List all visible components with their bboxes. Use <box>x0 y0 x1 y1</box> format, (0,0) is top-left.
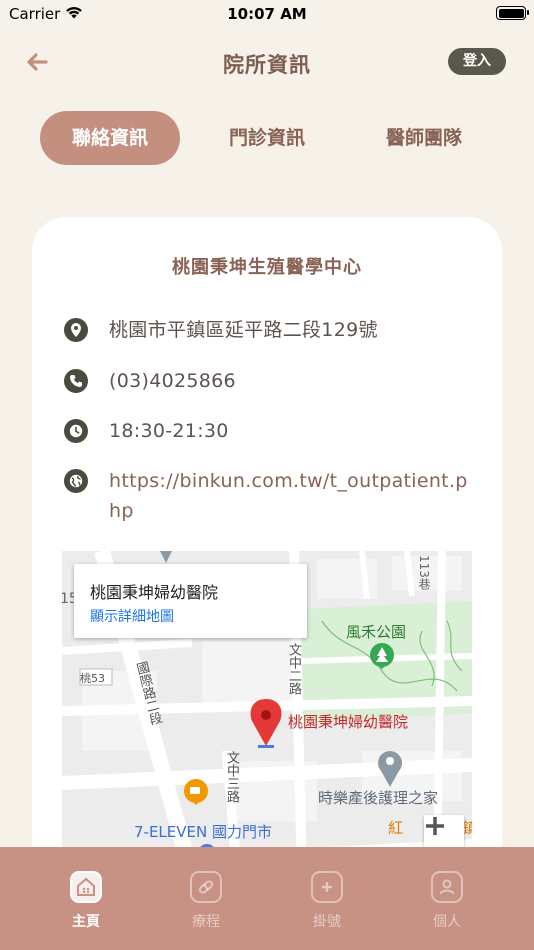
tabbar-item-profile[interactable]: 個人 <box>402 871 492 931</box>
globe-icon <box>64 469 88 493</box>
home-icon <box>70 871 102 903</box>
road-label-wenzhong-3: 文中三路 <box>224 751 239 803</box>
status-time: 10:07 AM <box>227 5 307 23</box>
phone-text: (03)4025866 <box>109 370 236 392</box>
store-label: 7-ELEVEN 國力門市 <box>134 823 272 841</box>
pin-label: 桃園秉坤婦幼醫院 <box>288 713 409 731</box>
tabbar-label-profile: 個人 <box>433 914 461 930</box>
address-text: 桃園市平鎮區延平路二段129號 <box>109 319 378 341</box>
show-detailed-map-link[interactable]: 顯示詳細地圖 <box>90 606 174 626</box>
road-label-wenzhong-2: 文中二路 <box>286 643 301 695</box>
location-pin-icon <box>64 318 88 342</box>
pill-icon <box>190 871 222 903</box>
care-center-label: 時樂產後護理之家 <box>318 789 439 807</box>
tabbar-item-treatment[interactable]: 療程 <box>161 871 251 931</box>
tab-contact-info[interactable]: 聯絡資訊 <box>40 111 180 165</box>
plus-icon <box>426 817 444 835</box>
tabbar-label-treatment: 療程 <box>192 914 220 930</box>
battery-icon <box>496 6 529 20</box>
nav-bar: 院所資訊 登入 <box>0 40 534 84</box>
hours-text: 18:30-21:30 <box>109 420 229 442</box>
route-badge-label: 桃53 <box>80 672 105 685</box>
map-view[interactable]: 桃53 15 113巷 國際路二段 文中二路 文中三路 風禾公園 桃園秉坤婦幼醫… <box>62 551 472 877</box>
tab-doctor-team[interactable]: 醫師團隊 <box>354 111 494 165</box>
park-label: 風禾公園 <box>346 623 407 641</box>
login-button[interactable]: 登入 <box>448 48 506 75</box>
person-icon <box>431 871 463 903</box>
popup-title: 桃園秉坤婦幼醫院 <box>90 583 219 602</box>
clock-icon <box>64 419 88 443</box>
clinic-name: 桃園秉坤生殖醫學中心 <box>172 257 362 278</box>
tabbar-item-home[interactable]: 主頁 <box>41 871 131 931</box>
status-bar: Carrier 10:07 AM <box>0 0 534 28</box>
phone-icon <box>64 369 88 393</box>
segment-tabs: 聯絡資訊 門診資訊 醫師團隊 <box>0 111 534 165</box>
lane-label: 113巷 <box>417 555 431 590</box>
map-info-popup: 桃園秉坤婦幼醫院 顯示詳細地圖 <box>74 564 307 638</box>
tab-clinic-info[interactable]: 門診資訊 <box>197 111 337 165</box>
medical-plus-icon <box>311 871 343 903</box>
contact-card: 桃園秉坤生殖醫學中心 桃園市平鎮區延平路二段129號 (03)4025866 1… <box>32 217 502 877</box>
website-link[interactable]: https://binkun.com.tw/t_outpatient.php <box>109 466 469 526</box>
tabbar-label-home: 主頁 <box>72 914 100 930</box>
tabbar-item-registration[interactable]: 掛號 <box>282 871 372 931</box>
tabbar-label-registration: 掛號 <box>313 914 341 930</box>
map-partial-label-right: 紅 <box>388 819 404 837</box>
bottom-tab-bar: 主頁 療程 掛號 個人 <box>0 847 534 950</box>
